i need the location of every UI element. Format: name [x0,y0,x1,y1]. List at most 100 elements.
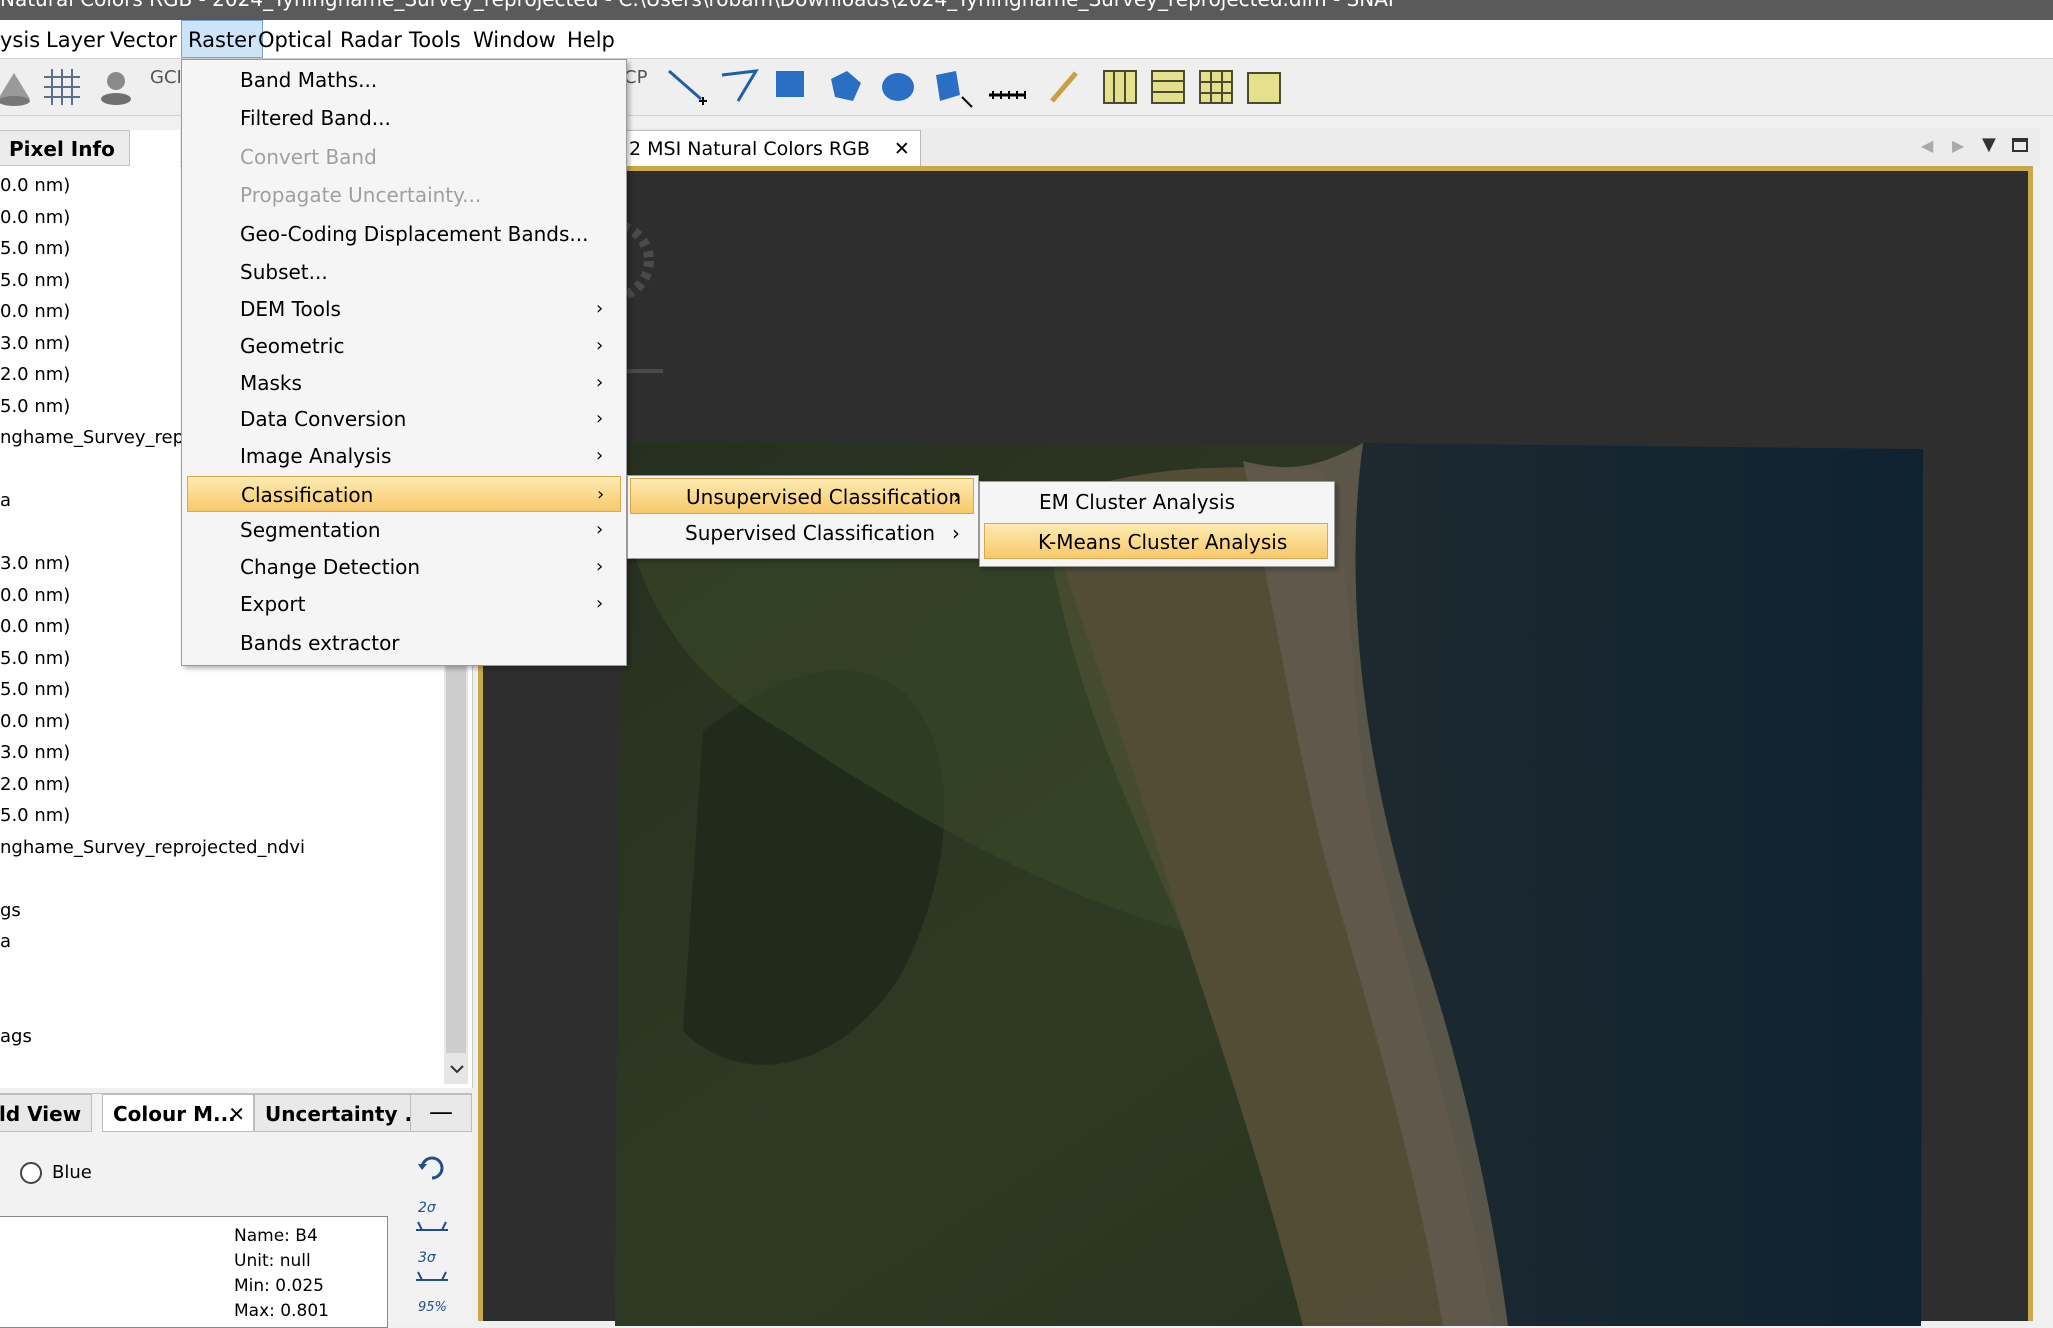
stretch-3-sigma-icon[interactable] [414,1268,450,1284]
stretch-2-sigma-icon[interactable] [414,1218,450,1234]
reset-icon[interactable] [414,1150,450,1186]
band-line[interactable]: 5.0 nm) [0,396,70,417]
band-line[interactable]: 3.0 nm) [0,742,70,763]
range-finder-icon[interactable] [985,65,1029,109]
band-line[interactable]: 0.0 nm) [0,616,70,637]
menu-item-band-maths[interactable]: Band Maths... [182,62,626,98]
chevron-right-icon: › [596,335,604,356]
menu-item-propagate-uncertainty: Propagate Uncertainty... [240,183,482,207]
menu-item-convert-band: Convert Band [240,145,377,169]
menu-item-supervised-classification[interactable]: Supervised Classification › [630,515,974,551]
line-tool-icon[interactable] [665,65,709,109]
menu-item-classification[interactable]: Classification › [187,476,621,512]
close-icon[interactable]: ✕ [228,1095,245,1133]
scroll-tabs-right-icon[interactable]: ▶ [1952,136,1964,155]
menu-tools[interactable]: Tools [403,20,467,58]
menu-item-em-cluster-analysis[interactable]: EM Cluster Analysis [982,484,1330,520]
band-line[interactable]: 0.0 nm) [0,175,70,196]
menu-item-segmentation[interactable]: Segmentation › [182,512,626,548]
tab-world-view[interactable]: ld View [0,1094,93,1132]
close-icon[interactable]: ✕ [894,138,910,160]
show-opened-documents-icon[interactable]: ▼ [1982,134,1996,155]
satellite-image [572,220,1923,1326]
node-line[interactable]: ags [0,1026,32,1047]
band-max: Max: 0.801 [234,1301,329,1321]
menu-item-dem-tools[interactable]: DEM Tools › [182,291,626,327]
radio-blue-label: Blue [52,1162,92,1183]
radio-blue[interactable] [20,1162,42,1184]
menu-item-unsupervised-classification[interactable]: Unsupervised Classification › [630,478,974,514]
band-line[interactable]: 5.0 nm) [0,679,70,700]
menu-item-change-detection[interactable]: Change Detection › [182,549,626,585]
scroll-tabs-left-icon[interactable]: ◀ [1921,136,1933,155]
menu-help[interactable]: Help [561,20,621,58]
pin-manager-icon[interactable] [0,65,36,109]
menu-radar[interactable]: Radar [334,20,408,58]
gcp-manager-icon[interactable] [94,65,138,109]
histogram-area [0,1216,388,1328]
menu-item-geometric[interactable]: Geometric › [182,328,626,364]
pencil-tool-icon[interactable] [1042,65,1086,109]
graticule-icon[interactable] [40,65,84,109]
band-line[interactable]: 2.0 nm) [0,364,70,385]
product-line[interactable]: nghame_Survey_reprojected_ndvi [0,837,305,858]
tile-horizontally-icon[interactable] [1146,65,1190,109]
band-line[interactable]: 5.0 nm) [0,238,70,259]
menu-item-export[interactable]: Export › [182,586,626,622]
sigma-2-label: 2σ [418,1200,436,1216]
chevron-right-icon: › [953,485,961,509]
menu-vector[interactable]: Vector [104,20,183,58]
minimize-panel-icon[interactable]: — [410,1094,472,1132]
product-line[interactable]: nghame_Survey_repro [0,427,202,448]
tile-grid-icon[interactable] [1194,65,1238,109]
band-line[interactable]: 3.0 nm) [0,333,70,354]
menu-bar: ysis Layer Vector Raster Optical Radar T… [0,20,2053,59]
band-line[interactable]: 0.0 nm) [0,301,70,322]
band-line[interactable]: 3.0 nm) [0,553,70,574]
chevron-right-icon: › [596,298,604,319]
menu-item-geo-coding-displacement[interactable]: Geo-Coding Displacement Bands... [182,216,626,252]
band-line[interactable]: 5.0 nm) [0,648,70,669]
ellipse-tool-icon[interactable] [876,65,920,109]
band-line[interactable]: 0.0 nm) [0,711,70,732]
band-min: Min: 0.025 [234,1276,324,1296]
chevron-right-icon: › [596,445,604,466]
unsupervised-classification-submenu: EM Cluster Analysis K-Means Cluster Anal… [979,481,1335,567]
band-line[interactable]: 0.0 nm) [0,207,70,228]
tile-single-icon[interactable] [1242,65,1286,109]
node-line[interactable]: a [0,490,11,511]
image-viewport[interactable] [478,166,2033,1326]
tile-evenly-icon[interactable] [1098,65,1142,109]
band-line[interactable]: 0.0 nm) [0,585,70,606]
menu-item-filtered-band[interactable]: Filtered Band... [182,100,626,136]
polyline-tool-icon[interactable] [718,65,762,109]
band-line[interactable]: 5.0 nm) [0,805,70,826]
band-line[interactable]: 2.0 nm) [0,774,70,795]
sigma-3-label: 3σ [418,1250,436,1266]
menu-item-masks[interactable]: Masks › [182,365,626,401]
right-gutter [2040,128,2053,1321]
band-line[interactable]: 5.0 nm) [0,270,70,291]
percent-95-label[interactable]: 95% [418,1300,447,1315]
tab-pixel-info[interactable]: Pixel Info [0,130,130,166]
classification-submenu: Unsupervised Classification › Supervised… [627,475,979,559]
menu-item-bands-extractor[interactable]: Bands extractor [182,625,626,661]
node-line[interactable]: gs [0,900,21,921]
scroll-down-icon[interactable] [448,1060,466,1078]
menu-item-data-conversion[interactable]: Data Conversion › [182,401,626,437]
polygon-tool-icon[interactable] [823,65,867,109]
menu-raster[interactable]: Raster [181,20,263,58]
tab-natural-colors-rgb[interactable]: 2 MSI Natural Colors RGB ✕ [618,130,921,167]
menu-item-image-analysis[interactable]: Image Analysis › [182,438,626,474]
menu-item-k-means-cluster-analysis[interactable]: K-Means Cluster Analysis [984,523,1328,559]
node-line[interactable]: a [0,931,11,952]
menu-item-subset[interactable]: Subset... [182,254,626,290]
menu-optical[interactable]: Optical [252,20,338,58]
maximize-window-icon[interactable] [2012,138,2028,152]
tab-colour-manipulation[interactable]: Colour M... ✕ [102,1094,254,1132]
chevron-right-icon: › [597,484,605,505]
rectangle-tool-icon[interactable] [770,65,814,109]
magic-wand-tool-icon[interactable] [930,65,974,109]
menu-window[interactable]: Window [467,20,562,58]
menu-layer[interactable]: Layer [40,20,111,58]
